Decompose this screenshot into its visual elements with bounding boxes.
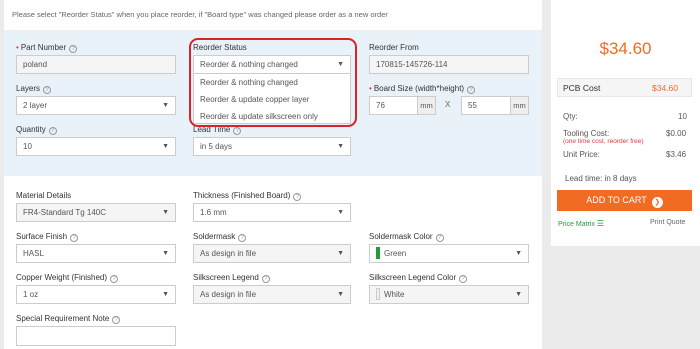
help-icon[interactable]: ? — [233, 127, 242, 135]
chevron-down-icon: ▼ — [515, 250, 522, 257]
price-matrix-link[interactable]: Price Matrix ☰ — [558, 219, 604, 228]
size-separator: X — [445, 100, 451, 109]
surface-finish-select[interactable]: HASL ▼ — [16, 244, 176, 263]
thickness-select[interactable]: 1.6 mm ▼ — [193, 203, 351, 222]
add-to-cart-button[interactable]: ADD TO CART ❯ — [557, 190, 692, 211]
copper-weight-label: Copper Weight (Finished)? — [16, 273, 119, 283]
chevron-down-icon: ▼ — [162, 102, 169, 109]
tooling-label: Tooling Cost: — [563, 129, 610, 138]
qty-label: Qty: — [563, 112, 578, 121]
silkscreen-select[interactable]: As design in file ▼ — [193, 285, 351, 304]
silkscreen-label: Silkscreen Legend? — [193, 273, 270, 283]
arrow-right-icon: ❯ — [651, 197, 663, 208]
qty-value: 10 — [678, 112, 687, 121]
board-height-input[interactable]: 55 mm — [461, 96, 529, 115]
special-note-input[interactable] — [16, 326, 176, 346]
help-icon[interactable]: ? — [293, 193, 302, 201]
copper-weight-select[interactable]: 1 oz ▼ — [16, 285, 176, 304]
tooling-note: (one time cost, reorder free) — [563, 138, 644, 145]
help-icon[interactable]: ? — [261, 275, 270, 283]
soldermask-color-label: Soldermask Color? — [369, 232, 444, 242]
highlight-box — [189, 38, 357, 127]
help-icon[interactable]: ? — [69, 45, 78, 53]
total-price: $34.60 — [599, 39, 652, 58]
unit-price-label: Unit Price: — [563, 150, 600, 159]
chevron-down-icon: ▼ — [162, 250, 169, 257]
color-swatch — [376, 288, 380, 300]
soldermask-color-select[interactable]: Green ▼ — [369, 244, 529, 263]
chevron-down-icon: ▼ — [337, 250, 344, 257]
part-number-field[interactable]: poland — [16, 55, 176, 74]
unit-label: mm — [510, 97, 528, 114]
lead-time-select[interactable]: in 5 days ▼ — [193, 137, 351, 156]
help-icon[interactable]: ? — [48, 127, 57, 135]
unit-price-value: $3.46 — [666, 150, 687, 159]
chevron-down-icon: ▼ — [337, 291, 344, 298]
quantity-select[interactable]: 10 ▼ — [16, 137, 176, 156]
chevron-down-icon: ▼ — [162, 291, 169, 298]
material-select[interactable]: FR4-Standard Tg 140C ▼ — [16, 203, 176, 222]
board-size-label: • Board Size (width*height)? — [369, 84, 476, 94]
help-icon[interactable]: ? — [70, 234, 79, 242]
print-quote-link[interactable]: Print Quote — [650, 219, 685, 226]
layers-label: Layers? — [16, 84, 52, 94]
help-icon[interactable]: ? — [110, 275, 119, 283]
pcb-cost-label: PCB Cost — [563, 83, 601, 93]
thickness-label: Thickness (Finished Board)? — [193, 191, 302, 201]
special-note-label: Special Requirement Note? — [16, 314, 121, 324]
tooling-value: $0.00 — [666, 129, 687, 138]
list-icon: ☰ — [596, 219, 605, 228]
chevron-down-icon: ▼ — [162, 209, 169, 216]
help-icon[interactable]: ? — [435, 234, 444, 242]
chevron-down-icon: ▼ — [337, 143, 344, 150]
help-icon[interactable]: ? — [459, 275, 468, 283]
part-number-label: • Part Number? — [16, 43, 78, 53]
chevron-down-icon: ▼ — [337, 209, 344, 216]
layers-select[interactable]: 2 layer ▼ — [16, 96, 176, 115]
quantity-label: Quantity? — [16, 125, 57, 135]
help-icon[interactable]: ? — [112, 316, 121, 324]
reorder-from-field[interactable]: 170815-145726-114 — [369, 55, 529, 74]
help-icon[interactable]: ? — [43, 86, 52, 94]
silkscreen-color-label: Silkscreen Legend Color? — [369, 273, 468, 283]
board-width-input[interactable]: 76 mm — [369, 96, 436, 115]
help-icon[interactable]: ? — [467, 86, 476, 94]
chevron-down-icon: ▼ — [162, 143, 169, 150]
chevron-down-icon: ▼ — [515, 291, 522, 298]
surface-finish-label: Surface Finish? — [16, 232, 79, 242]
silkscreen-color-select[interactable]: White ▼ — [369, 285, 529, 304]
help-icon[interactable]: ? — [238, 234, 247, 242]
soldermask-label: Soldermask? — [193, 232, 247, 242]
unit-label: mm — [417, 97, 435, 114]
soldermask-select[interactable]: As design in file ▼ — [193, 244, 351, 263]
material-label: Material Details — [16, 191, 72, 200]
color-swatch — [376, 247, 380, 259]
reorder-from-label: Reorder From — [369, 43, 419, 52]
reorder-note: Please select "Reorder Status" when you … — [12, 10, 388, 19]
pcb-cost-value: $34.60 — [652, 83, 678, 93]
lead-time-summary: Lead time: in 8 days — [565, 174, 637, 183]
